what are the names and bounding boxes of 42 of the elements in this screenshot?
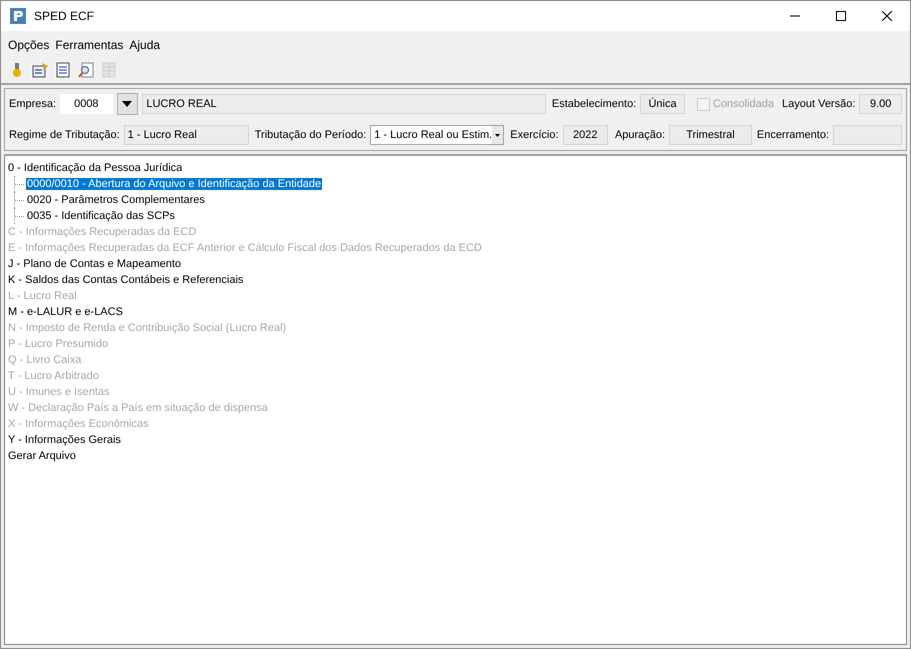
field-label: Layout Versão: xyxy=(782,98,856,110)
dropdown-button[interactable] xyxy=(116,93,138,116)
tree-item[interactable]: Gerar Arquivo xyxy=(7,450,77,462)
app-logo-icon xyxy=(10,8,26,24)
layout-version-field: 9.00 xyxy=(859,94,902,114)
field-label: Empresa: xyxy=(9,98,56,110)
tree-line xyxy=(14,192,24,208)
tree-item[interactable]: Y - Informações Gerais xyxy=(7,434,122,446)
caret-icon xyxy=(122,101,132,108)
menu-item[interactable]: Opções xyxy=(5,38,52,52)
fiscal-year-field: 2022 xyxy=(562,124,608,145)
properties-icon[interactable] xyxy=(32,62,48,78)
maximize-icon[interactable] xyxy=(836,11,846,21)
field-label: Tributação do Período: xyxy=(254,128,366,141)
tree-item[interactable]: 0 - Identificação da Pessoa Jurídica xyxy=(7,162,184,174)
tree-item[interactable]: 0000/0010 - Abertura do Arquivo e Identificação da Entidade xyxy=(26,178,322,190)
window-title: SPED ECF xyxy=(34,9,96,23)
tree-item[interactable]: 0035 - Identificação das SCPs xyxy=(26,210,176,222)
closing-field xyxy=(833,124,902,145)
magnifier-icon[interactable] xyxy=(78,62,94,78)
assessment-field: Trimestral xyxy=(669,124,752,145)
document-icon[interactable] xyxy=(56,62,70,78)
field-label: Encerramento: xyxy=(756,128,830,141)
tax-regime-field: 1 - Lucro Real xyxy=(124,124,249,145)
tree-item[interactable]: M - e-LALUR e e-LACS xyxy=(7,306,124,318)
tree-line xyxy=(14,176,24,192)
tree-item[interactable]: 0020 - Parâmetros Complementares xyxy=(26,194,206,206)
tree-item[interactable]: K - Saldos das Contas Contábeis e Referenciais xyxy=(7,274,244,286)
period-select[interactable]: 1 - Lucro Real ou Estim. xyxy=(370,124,504,145)
close-icon[interactable] xyxy=(882,11,892,21)
tree-item[interactable]: J - Plano de Contas e Mapeamento xyxy=(7,258,182,270)
establishment-field: Única xyxy=(640,94,685,114)
field-label: Exercício: xyxy=(510,128,559,141)
menu-item[interactable]: Ferramentas xyxy=(52,38,126,52)
caret-icon xyxy=(492,126,504,144)
tree-line xyxy=(14,208,24,224)
company-code-field[interactable]: 0008 xyxy=(60,94,113,114)
field-label: Regime de Tributação: xyxy=(9,128,120,141)
menu-item[interactable]: Ajuda xyxy=(126,38,164,52)
company-name-field: LUCRO REAL xyxy=(142,94,546,114)
field-label: Estabelecimento: xyxy=(552,98,636,110)
field-label: Apuração: xyxy=(614,128,666,141)
